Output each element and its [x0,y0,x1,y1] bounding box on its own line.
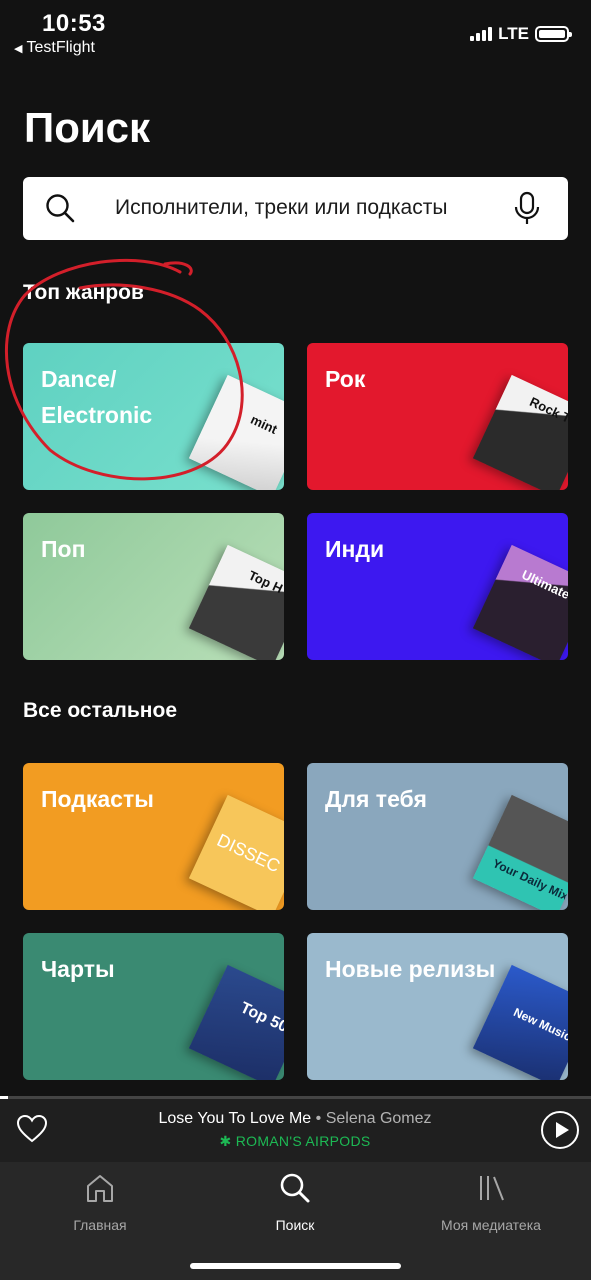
search-placeholder: Исполнители, треки или подкасты [115,196,448,219]
mini-player[interactable]: Lose You To Love Me • Selena Gomez ✱ ROM… [0,1096,591,1162]
tile-label: Подкасты [41,786,154,812]
connected-device[interactable]: ✱ ROMAN'S AIRPODS [70,1133,520,1150]
tile-label: Dance/ Electronic [41,366,153,428]
signal-icon [470,27,493,41]
tab-search[interactable]: Поиск [195,1172,395,1233]
genre-tile-pop[interactable]: Поп Top H [23,513,284,660]
back-to-app-link[interactable]: ◀ TestFlight [14,39,95,57]
tab-home[interactable]: Главная [0,1172,200,1233]
genre-tile-rock[interactable]: Рок Rock T [307,343,568,490]
battery-icon [535,26,572,42]
home-icon [87,1175,113,1202]
back-arrow-icon: ◀ [14,42,23,55]
tile-label: Рок [325,366,366,392]
tile-label: Поп [41,536,86,562]
search-icon [46,194,75,223]
tile-label: Чарты [41,956,115,982]
category-tile-new-releases[interactable]: Новые релизы New Music [307,933,568,1080]
section-title-top-genres: Топ жанров [23,281,144,304]
play-button[interactable] [541,1111,579,1149]
genre-tile-indie[interactable]: Инди Ultimate [307,513,568,660]
genre-tile-dance-electronic[interactable]: Dance/ Electronic mint [23,343,284,490]
now-playing-track[interactable]: Lose You To Love Me • Selena Gomez [70,1110,520,1128]
tab-label: Моя медиатека [441,1217,541,1233]
section-title-everything-else: Все остальное [23,699,177,722]
category-tile-podcasts[interactable]: Подкасты DISSEC [23,763,284,910]
tab-label: Главная [73,1217,127,1233]
tab-library[interactable]: Моя медиатека [391,1172,591,1233]
search-icon [280,1173,310,1203]
tab-label: Поиск [275,1217,315,1233]
back-app-label: TestFlight [26,39,95,56]
category-tile-made-for-you[interactable]: Для тебя Your Daily Mix [307,763,568,910]
track-title: Lose You To Love Me [158,1110,312,1127]
microphone-icon[interactable] [513,191,541,225]
playback-progress [0,1096,591,1099]
track-artist: Selena Gomez [325,1110,432,1127]
home-indicator[interactable] [190,1263,401,1269]
heart-icon[interactable] [16,1114,48,1144]
network-label: LTE [498,24,529,43]
tile-label: Для тебя [325,786,427,812]
tile-label: Инди [325,536,385,562]
status-bar: 10:53 ◀ TestFlight LTE [0,0,591,64]
system-indicators: LTE [470,24,572,44]
track-separator: • [311,1110,326,1127]
device-name: ROMAN'S AIRPODS [235,1133,371,1149]
search-input[interactable]: Исполнители, треки или подкасты [23,177,568,240]
category-tile-charts[interactable]: Чарты Top 50 [23,933,284,1080]
clock: 10:53 [42,10,106,37]
library-icon [480,1176,504,1201]
bluetooth-icon: ✱ [219,1133,236,1149]
page-title: Поиск [24,104,151,151]
